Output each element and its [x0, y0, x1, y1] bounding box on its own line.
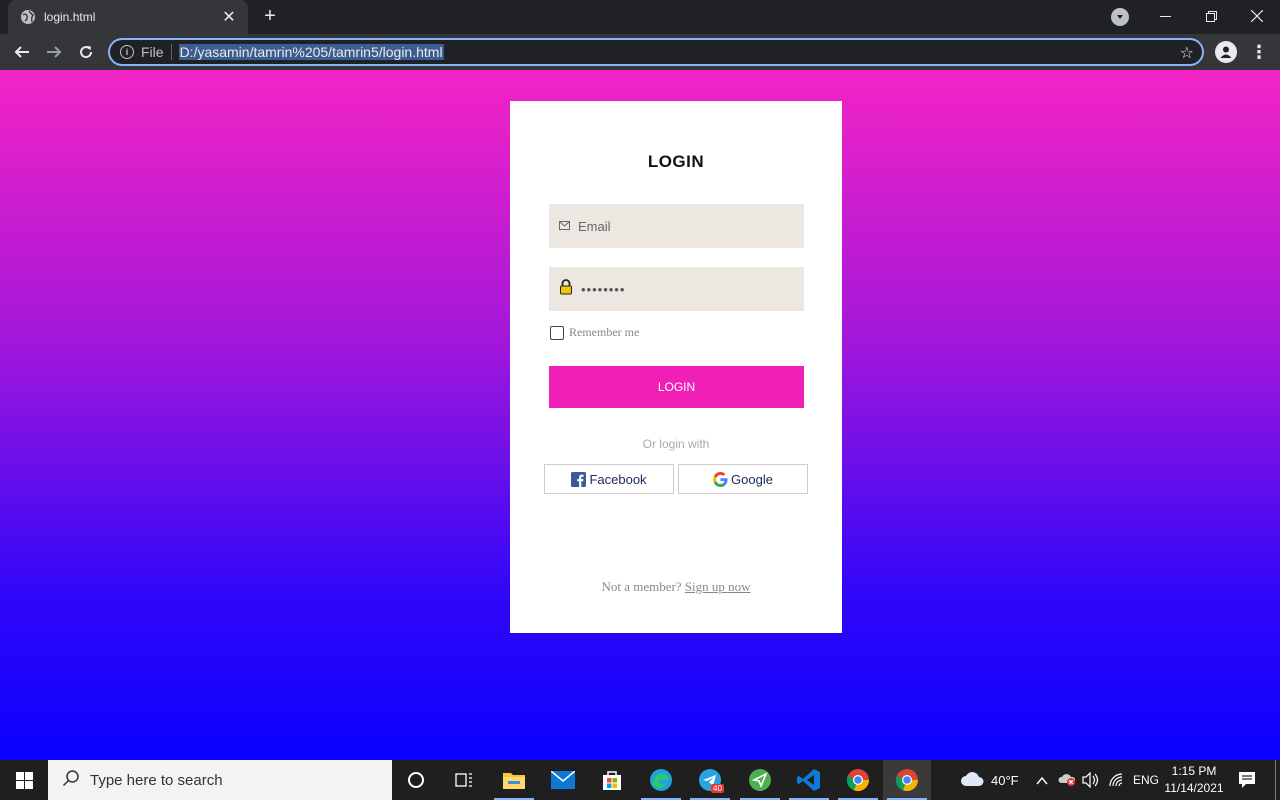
windows-taskbar: Type here to search 40 40°F ENG 1:15 PM … — [0, 760, 1280, 800]
login-card: LOGIN Remember me LOGIN Or login with Fa… — [510, 101, 842, 633]
clock-date: 11/14/2021 — [1164, 781, 1224, 795]
volume-icon[interactable] — [1082, 771, 1100, 793]
google-button[interactable]: Google — [678, 464, 808, 494]
mail-icon[interactable] — [539, 760, 587, 800]
weather-cloud-icon[interactable] — [960, 770, 984, 793]
remember-label: Remember me — [569, 325, 640, 339]
tab-close-icon[interactable]: ✕ — [220, 7, 238, 27]
scheme-label: File — [141, 44, 164, 60]
language-indicator[interactable]: ENG — [1133, 773, 1159, 787]
facebook-button[interactable]: Facebook — [544, 464, 674, 494]
address-bar[interactable]: i File D:/yasamin/tamrin%205/tamrin5/log… — [108, 38, 1204, 66]
weather-temp[interactable]: 40°F — [991, 773, 1019, 788]
chrome-active-icon[interactable] — [883, 760, 931, 800]
back-arrow-icon[interactable] — [10, 40, 34, 64]
telegram-icon[interactable]: 40 — [686, 760, 734, 800]
taskbar-clock[interactable]: 1:15 PM 11/14/2021 — [1160, 763, 1228, 797]
task-view-icon[interactable] — [440, 760, 488, 800]
email-field[interactable] — [549, 204, 804, 248]
login-title: LOGIN — [647, 152, 705, 171]
tab-search-icon[interactable] — [1111, 8, 1129, 26]
vscode-icon[interactable] — [785, 760, 833, 800]
windows-start-icon[interactable] — [0, 760, 48, 800]
email-input[interactable] — [578, 218, 788, 234]
search-icon — [62, 769, 80, 792]
notifications-icon[interactable] — [1238, 771, 1256, 794]
signup-prompt: Not a member? Sign up now — [510, 579, 842, 595]
wifi-icon[interactable] — [1108, 772, 1124, 793]
remember-checkbox[interactable] — [550, 325, 564, 340]
send-app-icon[interactable] — [736, 760, 784, 800]
lock-icon — [559, 278, 573, 300]
password-field[interactable] — [549, 267, 804, 311]
or-login-with-text: Or login with — [642, 437, 710, 451]
search-placeholder: Type here to search — [90, 771, 223, 789]
clock-time: 1:15 PM — [1171, 764, 1217, 778]
telegram-badge: 40 — [711, 784, 724, 793]
signup-link[interactable]: Sign up now — [685, 579, 751, 594]
page-viewport: LOGIN Remember me LOGIN Or login with Fa… — [0, 70, 1280, 760]
facebook-icon — [571, 471, 587, 487]
remember-me[interactable]: Remember me — [550, 325, 639, 340]
chrome-icon[interactable] — [834, 760, 882, 800]
minimize-icon[interactable] — [1142, 0, 1188, 32]
edge-icon[interactable] — [637, 760, 685, 800]
google-icon — [713, 471, 728, 487]
onedrive-error-icon[interactable] — [1058, 772, 1076, 791]
google-label: Google — [731, 471, 773, 487]
browser-menu-icon[interactable]: ⋮ — [1250, 41, 1268, 63]
chevron-up-icon[interactable] — [1036, 773, 1048, 791]
profile-avatar-icon[interactable] — [1215, 41, 1237, 63]
facebook-label: Facebook — [589, 471, 647, 487]
signup-prompt-text: Not a member? — [601, 579, 682, 594]
envelope-icon — [559, 217, 570, 235]
browser-toolbar: i File D:/yasamin/tamrin%205/tamrin5/log… — [0, 34, 1280, 70]
show-desktop-divider[interactable] — [1275, 760, 1276, 800]
restore-icon[interactable] — [1188, 0, 1234, 32]
file-explorer-icon[interactable] — [490, 760, 538, 800]
browser-tab[interactable]: login.html ✕ — [8, 0, 248, 34]
close-window-icon[interactable] — [1234, 0, 1280, 32]
tab-strip: login.html ✕ + — [0, 0, 1280, 34]
reload-icon[interactable] — [74, 40, 98, 64]
site-info-icon[interactable]: i — [120, 45, 134, 59]
forward-arrow-icon[interactable] — [42, 40, 66, 64]
new-tab-button[interactable]: + — [258, 4, 282, 28]
password-input[interactable] — [581, 281, 791, 297]
address-divider — [170, 44, 172, 60]
taskbar-search-box[interactable]: Type here to search — [48, 760, 392, 800]
globe-icon — [20, 9, 36, 25]
tab-title: login.html — [44, 10, 96, 24]
cortana-icon[interactable] — [392, 760, 440, 800]
bookmark-star-icon[interactable]: ☆ — [1180, 43, 1194, 63]
store-icon[interactable] — [588, 760, 636, 800]
login-button[interactable]: LOGIN — [549, 366, 804, 408]
url-text[interactable]: D:/yasamin/tamrin%205/tamrin5/login.html — [178, 44, 444, 60]
